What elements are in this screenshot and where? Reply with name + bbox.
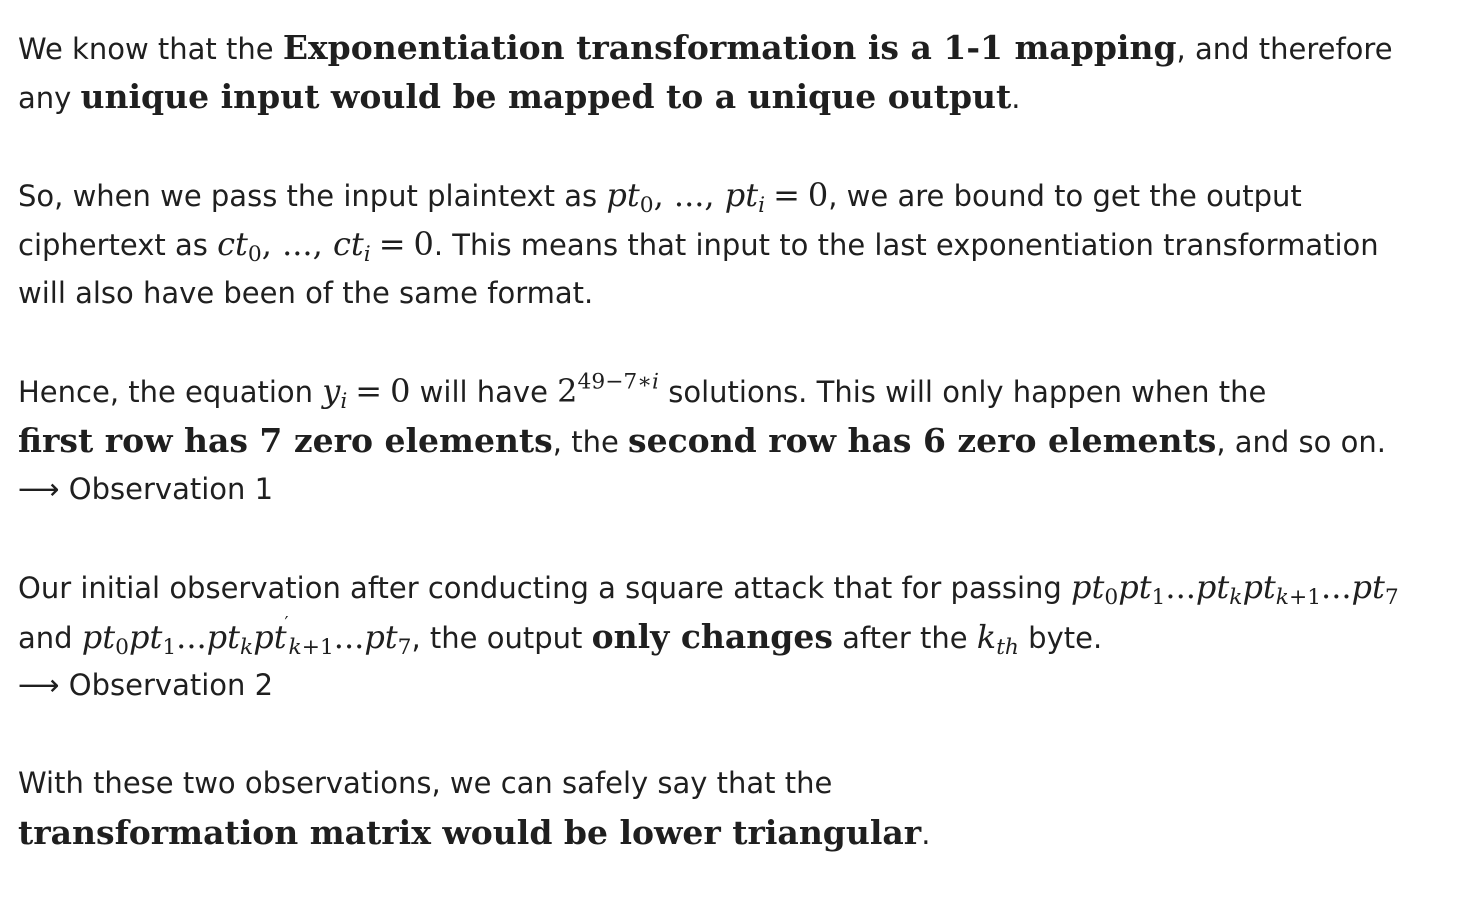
line: Hence, the equation yi = 0 will have 249−7… <box>18 369 1267 415</box>
line: With these two observations, we can safe… <box>18 766 833 800</box>
emphasis-unique: unique input would be mapped to a unique… <box>80 77 1012 116</box>
line: first row has 7 zero elements, the secon… <box>18 421 1386 460</box>
line: and pt0pt1...ptkpt′k+1...pt7, the output… <box>18 613 1103 661</box>
line: ciphertext as ct0, ..., cti = 0. This mean… <box>18 225 1379 268</box>
math-kth: kth <box>976 618 1019 661</box>
math-ct-zero: ct0, ..., cti = 0 <box>217 225 434 268</box>
line: will also have been of the same format. <box>18 276 594 310</box>
paragraph-square-attack: Our initial observation after conducting… <box>18 563 1399 710</box>
emphasis-first-row: first row has 7 zero elements <box>18 421 553 460</box>
emphasis-mapping: Exponentiation transformation is a 1-1 m… <box>282 28 1177 67</box>
paragraph-mapping: We know that the Exponentiation transfor… <box>18 23 1393 121</box>
emphasis-lower-triangular: transformation matrix would be lower tri… <box>18 813 922 852</box>
emphasis-second-row: second row has 6 zero elements <box>628 421 1217 460</box>
line: Our initial observation after conducting… <box>18 568 1399 611</box>
emphasis-only-changes: only changes <box>591 617 833 656</box>
line: transformation matrix would be lower tri… <box>18 813 931 852</box>
math-yi-zero: yi = 0 <box>322 372 411 415</box>
math-pt-zero: pt0, ..., pti = 0 <box>606 176 829 219</box>
line: So, when we pass the input plaintext as … <box>18 176 1302 219</box>
line: any unique input would be mapped to a un… <box>18 77 1021 116</box>
arrow-icon: ⟶ <box>18 668 60 702</box>
observation-label: Observation 1 <box>59 472 274 506</box>
paragraph-plaintext: So, when we pass the input plaintext as … <box>18 171 1379 318</box>
paragraph-conclusion: With these two observations, we can safe… <box>18 759 930 857</box>
arrow-icon: ⟶ <box>18 472 60 506</box>
math-pt-sequence-prime: pt0pt1...ptkpt′k+1...pt7 <box>81 613 412 661</box>
math-power: 249−7∗i <box>557 369 660 410</box>
observation-label: Observation 2 <box>59 668 274 702</box>
line: ⟶ Observation 1 <box>18 465 1386 514</box>
line: ⟶ Observation 2 <box>18 661 1399 710</box>
line: We know that the Exponentiation transfor… <box>18 28 1393 67</box>
math-pt-sequence: pt0pt1...ptkptk+1...pt7 <box>1071 568 1399 611</box>
paragraph-equation: Hence, the equation yi = 0 will have 249−7… <box>18 367 1386 514</box>
